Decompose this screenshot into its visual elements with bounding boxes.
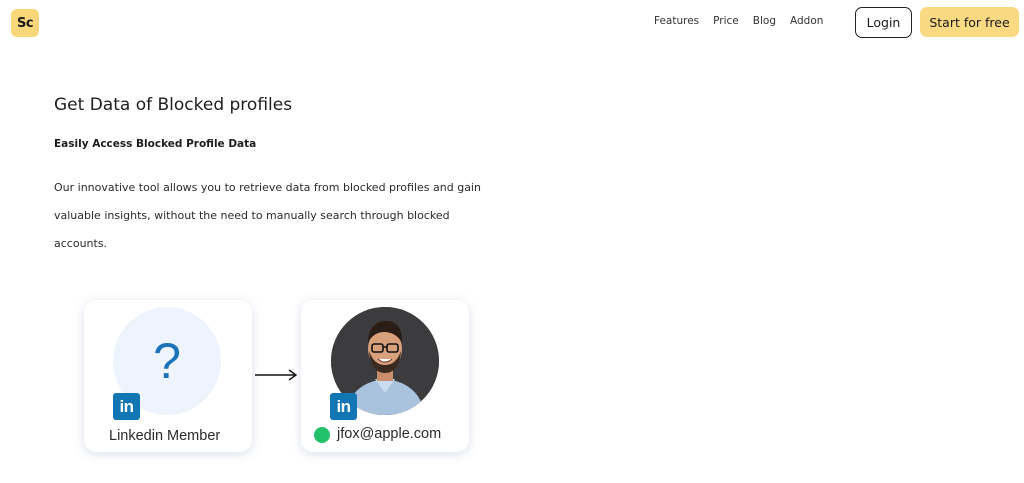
page: Sc Features Price Blog Addon Login Start… [0, 0, 1024, 483]
login-button[interactable]: Login [855, 7, 912, 38]
linkedin-member-card: ? in Linkedin Member [84, 300, 252, 452]
arrow-right-icon [255, 369, 298, 381]
section-title: Get Data of Blocked profiles [54, 95, 293, 115]
nav-price[interactable]: Price [713, 15, 739, 27]
nav-addon[interactable]: Addon [790, 15, 823, 27]
linkedin-icon: in [330, 393, 357, 420]
main-nav: Features Price Blog Addon [654, 15, 837, 27]
logo[interactable]: Sc [11, 9, 39, 37]
email-label: jfox@apple.com [337, 426, 442, 442]
start-for-free-button[interactable]: Start for free [920, 7, 1019, 37]
section-subtitle: Easily Access Blocked Profile Data [54, 138, 257, 150]
revealed-profile-card: in jfox@apple.com [301, 300, 469, 452]
section-description: Our innovative tool allows you to retrie… [54, 181, 481, 250]
status-online-icon [314, 427, 330, 443]
nav-features[interactable]: Features [654, 15, 699, 27]
nav-blog[interactable]: Blog [753, 15, 776, 27]
member-label: Linkedin Member [109, 428, 221, 444]
linkedin-icon: in [113, 393, 140, 420]
